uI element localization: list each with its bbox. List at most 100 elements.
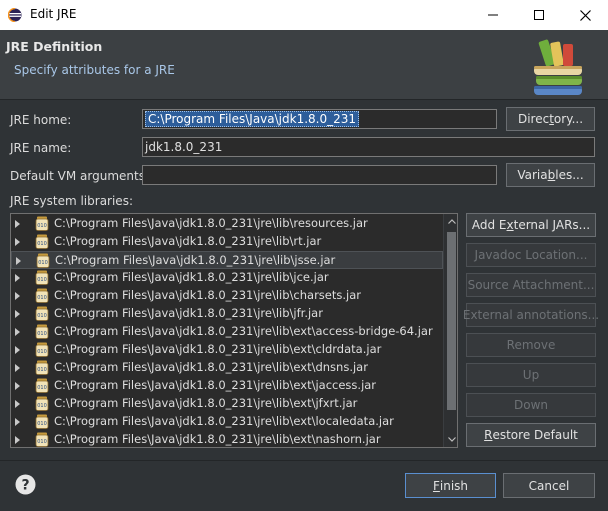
maximize-icon — [534, 10, 544, 20]
add-external-jars-button[interactable]: Add Ex ternal JARs... — [466, 213, 596, 237]
variables-button[interactable]: Varia b les... — [506, 163, 595, 187]
jar-icon: 010 — [35, 306, 49, 321]
eclipse-icon — [8, 8, 22, 22]
chevron-right-icon[interactable] — [15, 364, 20, 372]
chevron-right-icon[interactable] — [15, 310, 20, 318]
list-item[interactable]: 010 C:\Program Files\Java\jdk1.8.0_231\jr… — [11, 287, 443, 305]
javadoc-location-button[interactable]: Javadoc Location... — [466, 243, 596, 267]
svg-text:010: 010 — [37, 421, 47, 427]
window-title: Edit JRE — [30, 7, 77, 21]
header-title: JRE Definition — [6, 39, 103, 54]
jar-icon: 010 — [36, 253, 50, 268]
jar-icon: 010 — [35, 324, 49, 339]
chevron-right-icon[interactable] — [15, 400, 20, 408]
list-item[interactable]: 010 C:\Program Files\Java\jdk1.8.0_231\jr… — [11, 395, 443, 413]
library-path: C:\Program Files\Java\jdk1.8.0_231\jre\l… — [54, 270, 329, 284]
external-annotations-button[interactable]: External annotations... — [463, 303, 599, 327]
chevron-right-icon[interactable] — [16, 257, 21, 265]
scroll-thumb[interactable] — [447, 232, 456, 410]
list-scrollbar[interactable] — [443, 214, 457, 447]
jre-home-value: C:\Program Files\Java\jdk1.8.0_231 — [145, 111, 360, 127]
library-path: C:\Program Files\Java\jdk1.8.0_231\jre\l… — [54, 216, 368, 230]
cancel-button[interactable]: Cancel — [503, 473, 595, 498]
svg-text:?: ? — [21, 478, 29, 494]
jar-icon: 010 — [35, 216, 49, 231]
chevron-down-icon — [447, 437, 456, 442]
list-item[interactable]: 010 C:\Program Files\Java\jdk1.8.0_231\jr… — [11, 251, 443, 269]
finish-button[interactable]: Finish — [405, 473, 496, 498]
library-path: C:\Program Files\Java\jdk1.8.0_231\jre\l… — [54, 306, 323, 320]
minimize-button[interactable] — [470, 0, 516, 30]
close-icon — [579, 9, 591, 21]
list-item[interactable]: 010 C:\Program Files\Java\jdk1.8.0_231\jr… — [11, 359, 443, 377]
vm-arguments-label: Default VM arguments: — [10, 169, 150, 183]
chevron-right-icon[interactable] — [15, 346, 20, 354]
library-books-icon — [534, 39, 582, 95]
library-path: C:\Program Files\Java\jdk1.8.0_231\jre\l… — [54, 432, 381, 446]
chevron-right-icon[interactable] — [15, 382, 20, 390]
jar-icon: 010 — [35, 234, 49, 249]
chevron-right-icon[interactable] — [15, 292, 20, 300]
maximize-button[interactable] — [516, 0, 562, 30]
vm-arguments-input[interactable] — [142, 165, 497, 185]
footer-separator — [0, 460, 608, 461]
jre-name-input[interactable]: jdk1.8.0_231 — [142, 137, 595, 157]
chevron-up-icon — [447, 219, 456, 224]
svg-text:010: 010 — [37, 277, 47, 283]
chevron-right-icon[interactable] — [15, 238, 20, 246]
list-item[interactable]: 010 C:\Program Files\Java\jdk1.8.0_231\jr… — [11, 377, 443, 395]
library-list[interactable]: 010 C:\Program Files\Java\jdk1.8.0_231\jr… — [10, 213, 458, 448]
svg-text:010: 010 — [37, 331, 47, 337]
list-item[interactable]: 010 C:\Program Files\Java\jdk1.8.0_231\jr… — [11, 215, 443, 233]
list-item[interactable]: 010 C:\Program Files\Java\jdk1.8.0_231\jr… — [11, 233, 443, 251]
remove-button[interactable]: Remove — [466, 333, 596, 357]
library-path: C:\Program Files\Java\jdk1.8.0_231\jre\l… — [54, 342, 382, 356]
directory-button[interactable]: Direc t ory... — [506, 107, 595, 131]
library-path: C:\Program Files\Java\jdk1.8.0_231\jre\l… — [54, 324, 433, 338]
chevron-right-icon[interactable] — [15, 328, 20, 336]
restore-default-button[interactable]: Restore Default — [466, 423, 596, 447]
jre-name-label: JRE name: — [10, 141, 72, 155]
library-path: C:\Program Files\Java\jdk1.8.0_231\jre\l… — [54, 288, 361, 302]
jar-icon: 010 — [35, 270, 49, 285]
jar-icon: 010 — [35, 396, 49, 411]
library-path: C:\Program Files\Java\jdk1.8.0_231\jre\l… — [54, 396, 358, 410]
library-path: C:\Program Files\Java\jdk1.8.0_231\jre\l… — [55, 253, 336, 267]
title-bar: Edit JRE — [0, 0, 608, 30]
svg-text:010: 010 — [37, 385, 47, 391]
down-button[interactable]: Down — [466, 393, 596, 417]
close-button[interactable] — [562, 0, 608, 30]
jre-home-label: JRE home: — [10, 113, 72, 127]
system-libraries-label: JRE system libraries: — [10, 194, 133, 208]
source-attachment-button[interactable]: Source Attachment... — [466, 273, 596, 297]
svg-text:010: 010 — [37, 313, 47, 319]
svg-text:010: 010 — [37, 241, 47, 247]
svg-text:010: 010 — [38, 260, 48, 266]
jar-icon: 010 — [35, 414, 49, 429]
chevron-right-icon[interactable] — [15, 274, 20, 282]
scroll-down-button[interactable] — [444, 432, 457, 447]
list-item[interactable]: 010 C:\Program Files\Java\jdk1.8.0_231\jr… — [11, 323, 443, 341]
list-item[interactable]: 010 C:\Program Files\Java\jdk1.8.0_231\jr… — [11, 269, 443, 287]
list-item[interactable]: 010 C:\Program Files\Java\jdk1.8.0_231\jr… — [11, 413, 443, 431]
list-item[interactable]: 010 C:\Program Files\Java\jdk1.8.0_231\jr… — [11, 341, 443, 359]
library-path: C:\Program Files\Java\jdk1.8.0_231\jre\l… — [54, 234, 322, 248]
jre-home-input[interactable]: C:\Program Files\Java\jdk1.8.0_231 — [142, 109, 497, 129]
dialog-header: JRE Definition Specify attributes for a … — [0, 30, 608, 100]
help-icon[interactable]: ? — [15, 474, 36, 495]
jar-icon: 010 — [35, 432, 49, 447]
scroll-up-button[interactable] — [444, 214, 457, 229]
svg-text:010: 010 — [37, 439, 47, 445]
svg-text:010: 010 — [37, 403, 47, 409]
list-item[interactable]: 010 C:\Program Files\Java\jdk1.8.0_231\jr… — [11, 431, 443, 447]
chevron-right-icon[interactable] — [15, 436, 20, 444]
up-button[interactable]: Up — [466, 363, 596, 387]
chevron-right-icon[interactable] — [15, 418, 20, 426]
jar-icon: 010 — [35, 288, 49, 303]
library-path: C:\Program Files\Java\jdk1.8.0_231\jre\l… — [54, 414, 394, 428]
list-item[interactable]: 010 C:\Program Files\Java\jdk1.8.0_231\jr… — [11, 305, 443, 323]
jar-icon: 010 — [35, 342, 49, 357]
svg-text:010: 010 — [37, 349, 47, 355]
chevron-right-icon[interactable] — [15, 220, 20, 228]
svg-text:010: 010 — [37, 367, 47, 373]
